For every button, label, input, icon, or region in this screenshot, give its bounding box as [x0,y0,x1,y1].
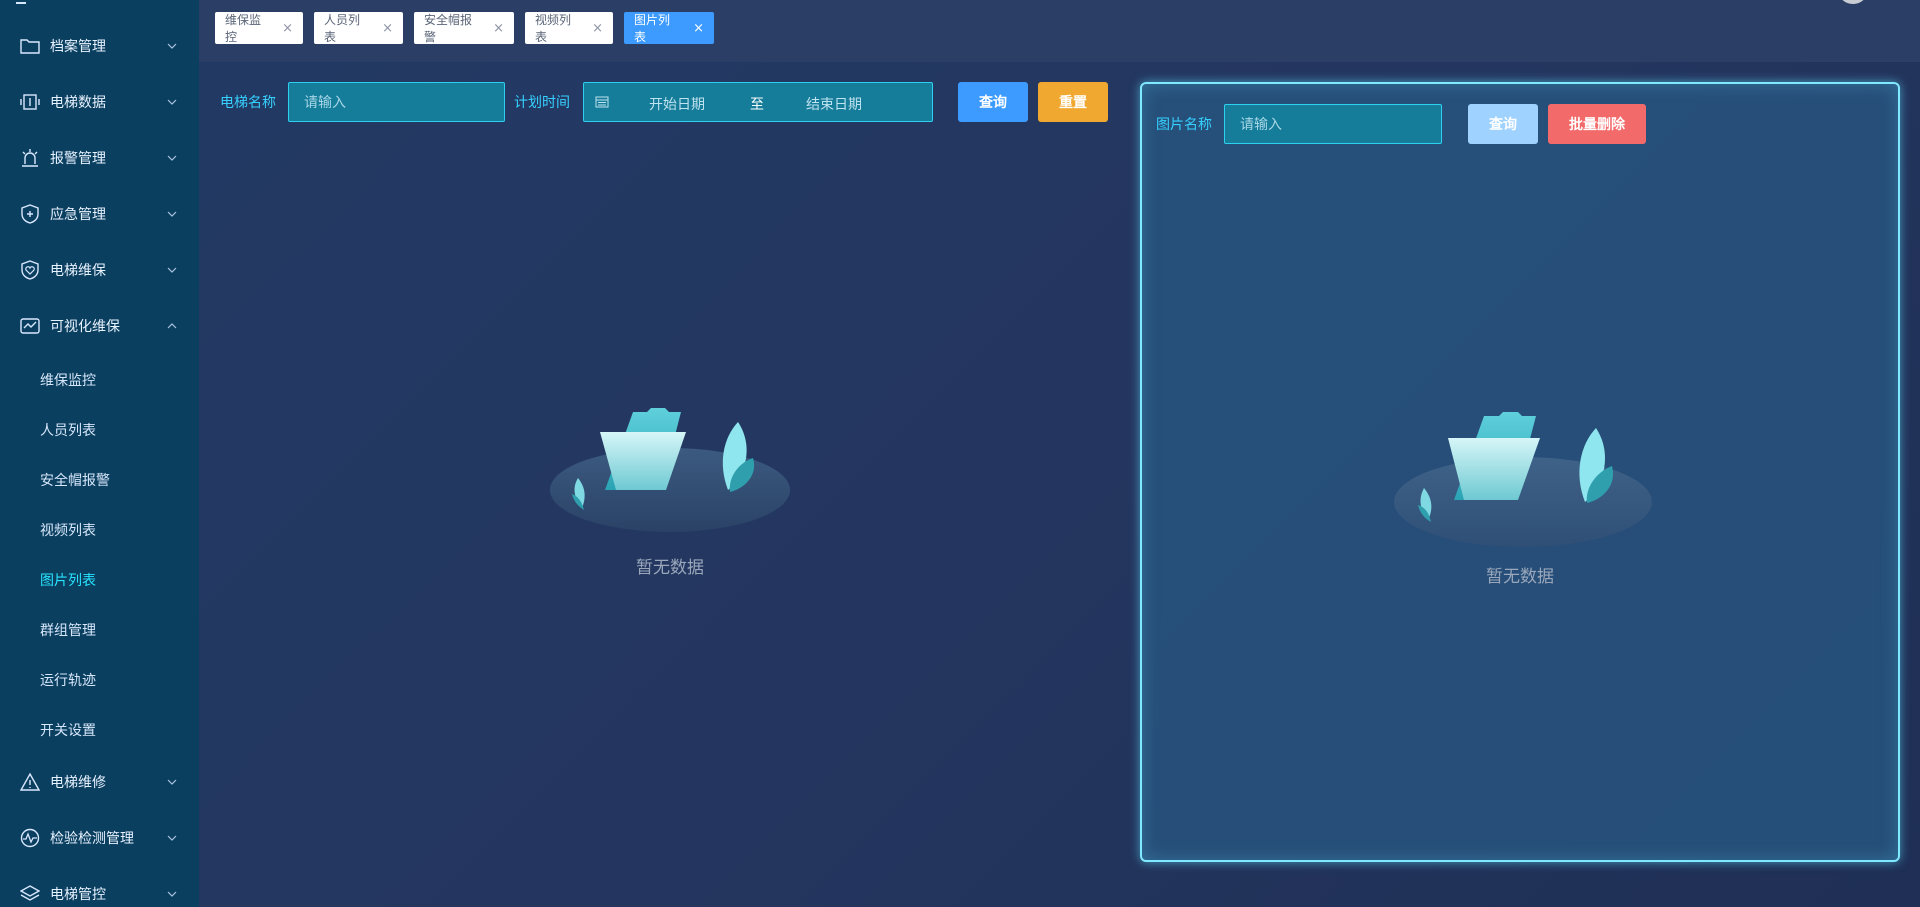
elevator-data-icon [19,91,41,113]
sidebar-item-label: 电梯维修 [50,775,106,791]
input-placeholder: 请输入 [1240,117,1282,133]
menu-toggle-icon[interactable] [16,0,26,4]
close-icon[interactable]: × [493,21,504,36]
tab-video-list[interactable]: 视频列表 × [525,12,613,44]
chevron-down-icon [166,888,178,900]
submenu-item-staff-list[interactable]: 人员列表 [0,410,199,450]
pulse-icon [19,827,41,849]
chevron-down-icon [166,96,178,108]
sidebar-item-label: 应急管理 [50,207,106,223]
folder-icon [19,35,41,57]
sidebar-item-inspection[interactable]: 检验检测管理 [0,818,199,858]
sidebar-item-label: 电梯数据 [50,95,106,111]
input-placeholder: 请输入 [304,95,346,111]
chevron-down-icon [166,832,178,844]
chevron-down-icon [166,40,178,52]
close-icon[interactable]: × [282,21,293,36]
avatar[interactable] [1839,0,1867,4]
sidebar-item-emergency[interactable]: 应急管理 [0,194,199,234]
empty-illustration [1392,402,1654,552]
submenu-item-video-list[interactable]: 视频列表 [0,510,199,550]
chevron-down-icon [166,152,178,164]
chevron-down-icon [166,776,178,788]
submenu-item-label: 视频列表 [40,523,96,539]
sidebar-item-label: 电梯管控 [50,887,106,903]
empty-text: 暂无数据 [1486,567,1554,587]
sidebar-item-label: 检验检测管理 [50,831,134,847]
submenu-item-maintenance-monitor[interactable]: 维保监控 [0,360,199,400]
tab-staff-list[interactable]: 人员列表 × [314,12,403,44]
layers-icon [19,883,41,905]
sidebar: 档案管理 电梯数据 报警管理 应急管理 电梯维保 可视化维保 维保监控 人员列表… [0,0,199,907]
tab-bar: 维保监控 × 人员列表 × 安全帽报警 × 视频列表 × 图片列表 × [199,0,1920,62]
plan-time-range-picker[interactable]: 开始日期 至 结束日期 [583,82,933,122]
shield-plus-icon [19,203,41,225]
picture-list-panel: 图片名称 请输入 查询 批量删除 暂无数据 [1140,82,1900,862]
picture-name-label: 图片名称 [1156,117,1212,133]
sidebar-item-visual-maintenance[interactable]: 可视化维保 [0,306,199,346]
submenu-item-label: 安全帽报警 [40,473,110,489]
sidebar-item-elevator-data[interactable]: 电梯数据 [0,82,199,122]
submenu-item-switch-settings[interactable]: 开关设置 [0,710,199,750]
sidebar-item-label: 报警管理 [50,151,106,167]
sidebar-item-repair[interactable]: 电梯维修 [0,762,199,802]
tab-label: 维保监控 [225,13,262,44]
picture-query-button[interactable]: 查询 [1468,104,1538,144]
close-icon[interactable]: × [592,21,603,36]
tab-label: 图片列表 [634,13,671,44]
sidebar-item-alarm[interactable]: 报警管理 [0,138,199,178]
submenu-item-label: 人员列表 [40,423,96,439]
alarm-icon [19,147,41,169]
submenu-item-helmet-alarm[interactable]: 安全帽报警 [0,460,199,500]
sidebar-item-label: 档案管理 [50,39,106,55]
elevator-name-input[interactable]: 请输入 [288,82,505,122]
date-separator: 至 [750,97,764,113]
end-date-input[interactable]: 结束日期 [806,94,862,114]
picture-name-input[interactable]: 请输入 [1224,104,1442,144]
submenu-item-track[interactable]: 运行轨迹 [0,660,199,700]
empty-text: 暂无数据 [636,558,704,578]
batch-delete-button[interactable]: 批量删除 [1548,104,1646,144]
sidebar-item-archives[interactable]: 档案管理 [0,26,199,66]
tab-picture-list[interactable]: 图片列表 × [624,12,714,44]
reset-button[interactable]: 重置 [1038,82,1108,122]
tab-label: 人员列表 [324,13,361,44]
submenu-item-group-management[interactable]: 群组管理 [0,610,199,650]
close-icon[interactable]: × [382,21,393,36]
submenu-item-label: 开关设置 [40,723,96,739]
close-icon[interactable]: × [693,21,704,36]
submenu-item-picture-list[interactable]: 图片列表 [0,560,199,600]
calendar-icon [595,95,609,112]
monitor-chart-icon [19,315,41,337]
chevron-down-icon [166,264,178,276]
tab-helmet-alarm[interactable]: 安全帽报警 × [414,12,514,44]
chevron-down-icon [166,208,178,220]
sidebar-item-label: 电梯维保 [50,263,106,279]
empty-illustration [548,398,792,538]
tab-maintenance-monitor[interactable]: 维保监控 × [215,12,303,44]
elevator-name-label: 电梯名称 [220,95,276,111]
submenu-item-label: 群组管理 [40,623,96,639]
submenu-item-label: 运行轨迹 [40,673,96,689]
plan-time-label: 计划时间 [514,95,570,111]
submenu-item-label: 图片列表 [40,573,96,589]
sidebar-item-control[interactable]: 电梯管控 [0,874,199,907]
warning-icon [19,771,41,793]
start-date-input[interactable]: 开始日期 [649,94,705,114]
shield-heart-icon [19,259,41,281]
chevron-up-icon [166,320,178,332]
tab-label: 视频列表 [535,13,572,44]
tab-label: 安全帽报警 [424,13,473,44]
sidebar-item-label: 可视化维保 [50,319,120,335]
sidebar-item-maintenance[interactable]: 电梯维保 [0,250,199,290]
query-button[interactable]: 查询 [958,82,1028,122]
submenu-item-label: 维保监控 [40,373,96,389]
